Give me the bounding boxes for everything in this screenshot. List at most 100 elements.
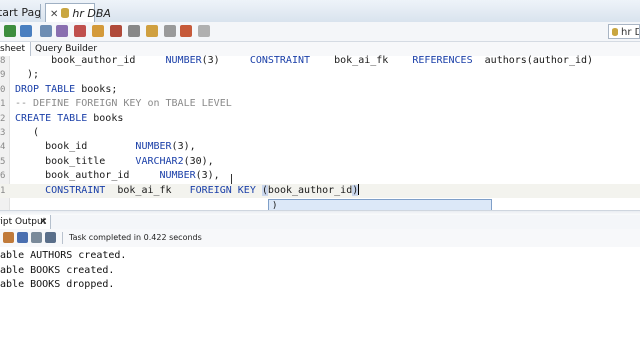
mouse-ibeam-cursor [231,174,236,184]
code-text: ( [15,126,39,140]
script-output-area[interactable]: table AUTHORS created. table BOOKS creat… [0,247,640,360]
code-token: bok_ai_fk [310,55,413,66]
code-keyword: FOREIGN KEY [189,184,256,196]
rollback-icon[interactable] [56,25,68,37]
code-text: book_title VARCHAR2(30), [15,155,214,169]
close-icon[interactable]: ✕ [50,9,58,20]
code-text: book_author_id NUMBER(3), [15,169,220,183]
code-keyword: NUMBER [165,55,202,66]
code-token: book_author_id [15,170,160,182]
run-statement-icon[interactable] [4,25,16,37]
code-token: authors(author_id) [472,55,594,66]
line-number: 4 [0,142,6,153]
tab-query-builder-label: Query Builder [35,44,98,54]
code-text: book_author_id NUMBER(3) CONSTRAINT bok_… [15,54,593,68]
line-number: 9 [0,70,6,81]
code-line[interactable]: 6 book_author_id NUMBER(3), [0,169,640,183]
run-script-icon[interactable] [20,25,32,37]
code-token: (3) [201,55,250,66]
tab-hr-dba-label: hr DBA [72,7,111,20]
code-keyword: CREATE TABLE [15,112,88,124]
line-number: 5 [0,156,6,167]
code-line[interactable]: 9 ); [0,68,640,82]
connection-selector-label: hr DBA [621,27,639,38]
sql-editor[interactable]: 8 book_author_id NUMBER(3) CONSTRAINT bo… [0,54,640,210]
code-line-current[interactable]: 1 CONSTRAINT bok_ai_fk FOREIGN KEY (book… [0,183,640,198]
code-line[interactable]: 5 book_title VARCHAR2(30), [0,155,640,169]
code-token: (3), [195,170,220,182]
clear-icon[interactable] [128,25,140,37]
database-icon [61,8,70,18]
explain-plan-icon[interactable] [92,25,104,37]
worksheet-toolbar [0,22,640,42]
history-icon[interactable] [164,25,176,37]
output-line: table BOOKS created. [0,264,115,276]
tab-start-page-label: Start Page [0,6,40,19]
tab-worksheet-label: sheet [0,44,25,54]
code-token: book_id [15,141,136,153]
tab-script-output[interactable]: Script Output ✕ [0,215,51,229]
code-token: book_author_id [267,184,353,196]
tab-separator [40,4,41,19]
format-icon[interactable] [146,25,158,37]
output-line: table AUTHORS created. [0,250,127,261]
tab-start-page[interactable]: Start Page [0,3,40,22]
code-text: ); [15,68,39,82]
line-number: 0 [0,84,6,95]
text-caret [358,183,360,195]
database-icon [612,28,618,36]
line-number: 3 [0,128,6,138]
code-line[interactable]: 4 book_id NUMBER(3), [0,140,640,154]
code-token: (3), [171,141,196,153]
close-icon[interactable]: ✕ [39,215,47,229]
code-keyword: DROP TABLE [15,83,76,95]
sql-tuning-icon[interactable] [110,25,122,37]
line-number: 1 [0,99,6,110]
edit-icon[interactable] [3,232,14,243]
clear-output-icon[interactable] [17,232,28,243]
sql-history-icon[interactable] [198,25,210,37]
code-keyword: CONSTRAINT [45,184,106,196]
code-token: books [87,112,124,124]
line-number: 8 [0,56,6,66]
code-line[interactable]: 8 book_author_id NUMBER(3) CONSTRAINT bo… [0,54,640,68]
output-tab-bar: Script Output ✕ [0,215,640,230]
status-message: Task completed in 0.422 seconds [69,233,202,242]
commit-icon[interactable] [40,25,52,37]
toolbar-separator [62,232,63,244]
code-text: book_id NUMBER(3), [15,140,196,154]
code-text: -- DEFINE FOREIGN KEY on TBALE LEVEL [15,97,232,111]
code-line[interactable]: 2 CREATE TABLE books [0,112,640,126]
code-line[interactable]: 3 ( [0,126,640,140]
code-text: DROP TABLE books; [15,83,117,97]
code-token: book_title [15,155,136,167]
code-text: CONSTRAINT bok_ai_fk FOREIGN KEY (book_a… [15,183,360,198]
code-token: bok_ai_fk [105,184,190,196]
tab-hr-dba[interactable]: ✕ hr DBA [45,3,111,22]
code-keyword: NUMBER [159,170,196,182]
code-comment: -- DEFINE FOREIGN KEY on TBALE LEVEL [15,98,232,110]
code-token: books; [75,83,118,95]
code-line[interactable]: 0 DROP TABLE books; [0,83,640,97]
save-icon[interactable] [45,232,56,243]
document-tab-bar: Start Page ✕ hr DBA [0,0,640,23]
code-token: ); [15,69,40,81]
code-token: book_author_id [15,55,166,66]
output-toolbar: Task completed in 0.422 seconds [0,229,640,248]
code-keyword: NUMBER [135,141,172,153]
print-icon[interactable] [31,232,42,243]
code-token: (30), [183,155,214,167]
connection-selector[interactable]: hr DBA [608,24,640,39]
line-number: 1 [0,185,6,196]
code-token: ( [15,127,40,138]
code-keyword: CONSTRAINT [249,55,311,66]
code-text: CREATE TABLE books [15,112,123,126]
line-number: 6 [0,171,6,182]
output-line: table BOOKS dropped. [0,279,115,290]
unshared-icon[interactable] [180,25,192,37]
autotrace-icon[interactable] [74,25,86,37]
code-line[interactable]: 1 -- DEFINE FOREIGN KEY on TBALE LEVEL [0,97,640,111]
code-keyword: VARCHAR2 [135,155,184,167]
